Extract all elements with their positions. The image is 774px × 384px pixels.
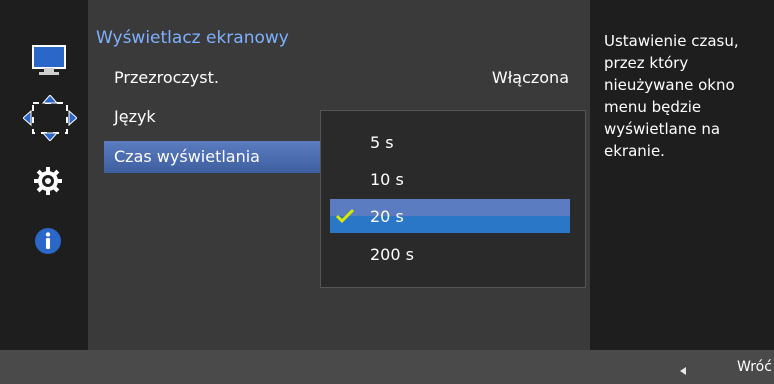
position-arrows-icon[interactable] [23, 95, 77, 141]
option-10s[interactable]: 10 s [370, 170, 404, 189]
transparency-value: Włączona [491, 68, 569, 87]
gear-icon[interactable] [33, 166, 63, 196]
option-200s[interactable]: 200 s [370, 245, 414, 264]
footer-bar [0, 350, 774, 384]
selected-option-highlight [330, 199, 570, 233]
help-text: Ustawienie czasu, przez który nieużywane… [604, 32, 739, 160]
back-button[interactable]: Wróć [737, 359, 772, 375]
option-5s[interactable]: 5 s [370, 133, 394, 152]
menu-row-language[interactable]: Język [114, 107, 156, 126]
menu-title: Wyświetlacz ekranowy [96, 28, 289, 48]
info-icon[interactable] [34, 227, 62, 255]
sidebar [8, 0, 88, 350]
back-arrow-icon[interactable] [680, 367, 686, 375]
menu-row-transparency[interactable]: Przezroczyst. [114, 68, 219, 87]
menu-row-display-time[interactable]: Czas wyświetlania [114, 147, 260, 166]
check-icon [335, 208, 355, 224]
option-20s[interactable]: 20 s [370, 207, 404, 226]
monitor-icon[interactable] [30, 44, 68, 78]
